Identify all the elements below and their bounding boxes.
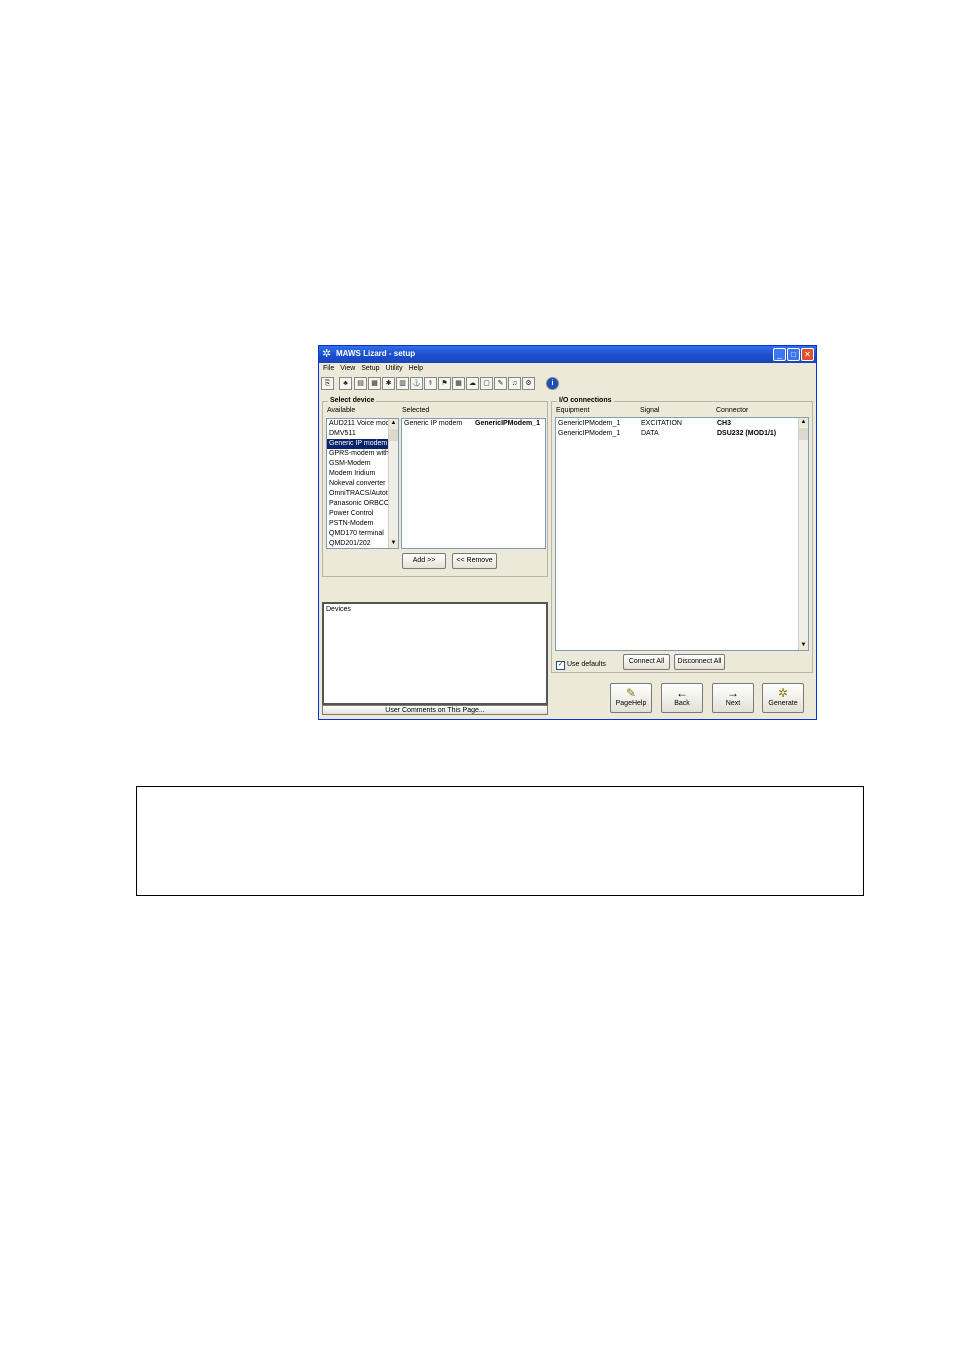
menu-utility[interactable]: Utility — [385, 365, 402, 372]
scroll-up-icon[interactable]: ▲ — [799, 418, 808, 427]
alarm-icon[interactable]: ♫ — [508, 377, 521, 390]
io-connections-list[interactable]: GenericIPModem_1 EXCITATION CH3 GenericI… — [555, 417, 809, 651]
empty-text-frame — [136, 786, 864, 896]
table-row[interactable]: GenericIPModem_1 EXCITATION CH3 — [558, 419, 798, 429]
next-button[interactable]: → Next — [712, 683, 754, 713]
menu-bar: File View Setup Utility Help — [319, 363, 816, 375]
io-scrollbar[interactable]: ▲ ▼ — [798, 418, 808, 650]
next-label: Next — [725, 700, 741, 707]
app-icon: ✲ — [322, 348, 332, 360]
user-comments-button[interactable]: User Comments on This Page... — [322, 705, 548, 715]
toolbar: ⎘ ♣ ▤ ▦ ✱ ▥ ⚓ ⚕ ⚑ ▦ ☁ ▢ ✎ ♫ ⚙ i — [321, 377, 814, 392]
back-label: Back — [674, 700, 690, 707]
selected-name: GenericIPModem_1 — [475, 420, 540, 427]
generate-icon: ✲ — [777, 686, 789, 700]
minimize-button[interactable]: _ — [773, 348, 786, 361]
connector-cell: CH3 — [717, 420, 732, 427]
menu-setup[interactable]: Setup — [361, 365, 379, 372]
grid-icon[interactable]: ▦ — [452, 377, 465, 390]
signal-cell: DATA — [641, 430, 659, 437]
selected-label: Selected — [402, 407, 430, 414]
generate-button[interactable]: ✲ Generate — [762, 683, 804, 713]
wind-icon[interactable]: ⚓ — [410, 377, 423, 390]
select-device-label: Select device — [328, 397, 377, 404]
window-title: MAWS Lizard - setup — [336, 349, 416, 358]
select-device-group: Select device Available Selected AUD211 … — [322, 397, 548, 577]
scroll-thumb[interactable] — [799, 428, 808, 440]
antenna-icon[interactable]: ⚕ — [424, 377, 437, 390]
connector-cell: DSU232 (MOD1/1) — [717, 430, 777, 437]
connect-all-button[interactable]: Connect All — [623, 654, 670, 670]
dev-icon[interactable]: ▤ — [354, 377, 367, 390]
io-connections-label: I/O connections — [557, 397, 614, 404]
pagehelp-label: PageHelp — [615, 700, 647, 707]
menu-file[interactable]: File — [323, 365, 334, 372]
cloud-icon[interactable]: ☁ — [466, 377, 479, 390]
table-row[interactable]: GenericIPModem_1 DATA DSU232 (MOD1/1) — [558, 429, 798, 439]
equipment-cell: GenericIPModem_1 — [558, 430, 621, 437]
io-connections-group: I/O connections Equipment Signal Connect… — [551, 397, 813, 673]
signal-cell: EXCITATION — [641, 420, 682, 427]
menu-help[interactable]: Help — [409, 365, 423, 372]
disconnect-all-button[interactable]: Disconnect All — [674, 654, 725, 670]
col-signal: Signal — [640, 407, 660, 414]
menu-view[interactable]: View — [340, 365, 355, 372]
save-icon[interactable]: ⎘ — [321, 377, 334, 390]
pen-icon[interactable]: ✎ — [494, 377, 507, 390]
available-list[interactable]: AUD211 Voice mode DMV511 Generic IP mode… — [326, 418, 399, 549]
equipment-cell: GenericIPModem_1 — [558, 420, 621, 427]
gear-icon[interactable]: ⚙ — [522, 377, 535, 390]
selected-row[interactable]: Generic IP modem GenericIPModem_1 — [402, 419, 545, 429]
network-icon[interactable]: ♣ — [339, 377, 352, 390]
dev2-icon[interactable]: ▦ — [368, 377, 381, 390]
title-bar: ✲ MAWS Lizard - setup _ □ ✕ — [319, 346, 816, 363]
maximize-button[interactable]: □ — [787, 348, 800, 361]
devices-text: Devices — [326, 606, 351, 613]
selected-list[interactable]: Generic IP modem GenericIPModem_1 — [401, 418, 546, 549]
add-button[interactable]: Add >> — [402, 553, 446, 569]
scroll-up-icon[interactable]: ▲ — [389, 419, 398, 428]
sensor-icon[interactable]: ✱ — [382, 377, 395, 390]
pagehelp-icon: ✎ — [625, 686, 637, 700]
back-button[interactable]: ← Back — [661, 683, 703, 713]
scroll-down-icon[interactable]: ▼ — [799, 641, 808, 650]
close-button[interactable]: ✕ — [801, 348, 814, 361]
arrow-right-icon: → — [727, 686, 739, 700]
use-defaults-label: Use defaults — [567, 661, 606, 668]
selected-type: Generic IP modem — [404, 420, 463, 427]
scroll-down-icon[interactable]: ▼ — [389, 539, 398, 548]
use-defaults-checkbox[interactable]: ✓ — [556, 661, 565, 670]
arrow-left-icon: ← — [676, 686, 688, 700]
logger-icon[interactable]: ▥ — [396, 377, 409, 390]
scroll-thumb[interactable] — [389, 429, 398, 441]
devices-comment-box[interactable]: Devices — [322, 602, 548, 705]
doc-icon[interactable]: ▢ — [480, 377, 493, 390]
col-equipment: Equipment — [556, 407, 590, 414]
maws-lizard-window: ✲ MAWS Lizard - setup _ □ ✕ File View Se… — [318, 345, 817, 720]
remove-button[interactable]: << Remove — [452, 553, 497, 569]
col-connector: Connector — [716, 407, 749, 414]
available-scrollbar[interactable]: ▲ ▼ — [388, 419, 398, 548]
info-icon[interactable]: i — [546, 377, 559, 390]
pagehelp-button[interactable]: ✎ PageHelp — [610, 683, 652, 713]
flag-icon[interactable]: ⚑ — [438, 377, 451, 390]
generate-label: Generate — [768, 700, 798, 707]
available-label: Available — [327, 407, 356, 414]
